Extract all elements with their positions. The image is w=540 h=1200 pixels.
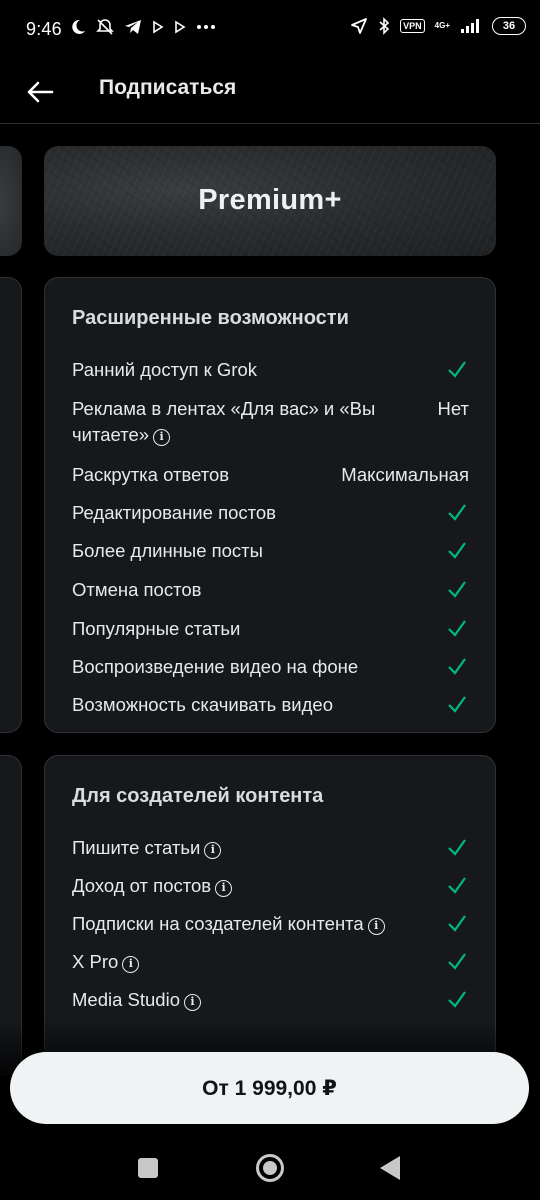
vpn-badge: VPN [400,19,425,33]
feature-label: Отмена постов [72,579,202,600]
bell-off-icon [96,19,114,35]
feature-label: Media Studio i [72,987,201,1013]
more-dots-icon [197,25,215,29]
subscribe-price-button[interactable]: От 1 999,00 ₽ [10,1052,529,1124]
check-icon [448,581,466,598]
status-right-icons: VPN 4G+ 36 [350,17,526,35]
back-button[interactable] [20,72,60,112]
info-icon[interactable]: i [183,994,201,1011]
feature-label: Реклама в лентах «Для вас» и «Вы читаете… [72,396,417,448]
moon-icon [72,19,85,34]
info-icon[interactable]: i [215,880,233,897]
features-card: Расширенные возможности Ранний доступ к … [44,277,496,733]
feature-row: Раскрутка ответов Максимальная [72,462,469,488]
system-nav-bar [0,1134,540,1200]
feature-label: Редактирование постов [72,502,277,523]
info-icon[interactable]: i [153,429,171,446]
info-icon[interactable]: i [204,842,222,859]
check-icon [448,877,466,894]
arrow-left-icon [27,81,54,103]
creator-feature-row: X Pro i [72,949,469,975]
feature-row: Реклама в лентах «Для вас» и «Вы читаете… [72,396,469,448]
status-left-icons [70,18,216,36]
play-icon [153,20,164,34]
creators-title: Для создателей контента [72,785,324,807]
recents-icon[interactable] [138,1158,158,1178]
feature-label: Доход от постов i [72,873,233,899]
network-type: 4G+ [434,21,450,30]
feature-label-text: X Pro [72,951,119,972]
creator-feature-row: Доход от постов i [72,873,469,899]
feature-row: Редактирование постов [72,500,469,526]
bluetooth-icon [379,17,390,35]
feature-label: Ранний доступ к Grok [72,359,257,380]
check-icon [448,542,466,559]
creator-feature-row: Пишите статьи i [72,835,469,861]
feature-label: Воспроизведение видео на фоне [72,656,359,677]
feature-label: Раскрутка ответов [72,464,230,485]
info-icon[interactable]: i [367,918,385,935]
creator-feature-row: Подписки на создателей контента i [72,911,469,937]
signal-icon [461,19,479,33]
previous-plan-features-card [0,277,22,733]
feature-label: Возможность скачивать видео [72,694,333,715]
feature-label: X Pro i [72,949,140,975]
page-title: Подписаться [99,76,237,99]
battery-indicator: 36 [492,17,526,35]
check-icon [448,504,466,521]
features-title: Расширенные возможности [72,307,349,329]
home-icon[interactable] [256,1154,284,1182]
feature-label: Более длинные посты [72,540,263,561]
status-bar: 9:46 VPN 4G+ 36 [0,0,540,64]
top-app-bar: Подписаться [0,64,540,124]
check-icon [448,658,466,675]
telegram-icon [125,20,141,34]
check-icon [448,620,466,637]
status-time: 9:46 [26,19,62,39]
feature-label-text: Доход от постов [72,875,212,896]
location-icon [351,18,368,34]
previous-plan-banner[interactable] [0,146,22,256]
feature-row: Воспроизведение видео на фоне [72,654,469,680]
check-icon [448,696,466,713]
info-icon[interactable]: i [122,956,140,973]
feature-label: Подписки на создателей контента i [72,911,385,937]
feature-label-text: Пишите статьи [72,837,201,858]
feature-row: Возможность скачивать видео [72,692,469,718]
back-triangle-icon[interactable] [380,1156,400,1180]
creator-feature-row: Media Studio i [72,987,469,1013]
check-icon [448,361,466,378]
feature-label: Пишите статьи i [72,835,222,861]
plan-banner[interactable]: Premium+ [44,146,496,256]
check-icon [448,991,466,1008]
check-icon [448,839,466,856]
plan-name: Premium+ [198,184,342,216]
play-icon-2 [175,20,186,34]
feature-label-text: Media Studio [72,989,180,1010]
feature-row: Ранний доступ к Grok [72,357,469,383]
check-icon [448,915,466,932]
feature-value: Нет [437,398,469,419]
feature-row: Популярные статьи [72,616,469,642]
feature-row: Отмена постов [72,577,469,603]
check-icon [448,953,466,970]
feature-label-text: Подписки на создателей контента [72,913,364,934]
feature-label: Популярные статьи [72,618,241,639]
feature-label-text: Реклама в лентах «Для вас» и «Вы читаете… [72,398,376,445]
feature-row: Более длинные посты [72,538,469,564]
feature-value: Максимальная [341,464,469,485]
